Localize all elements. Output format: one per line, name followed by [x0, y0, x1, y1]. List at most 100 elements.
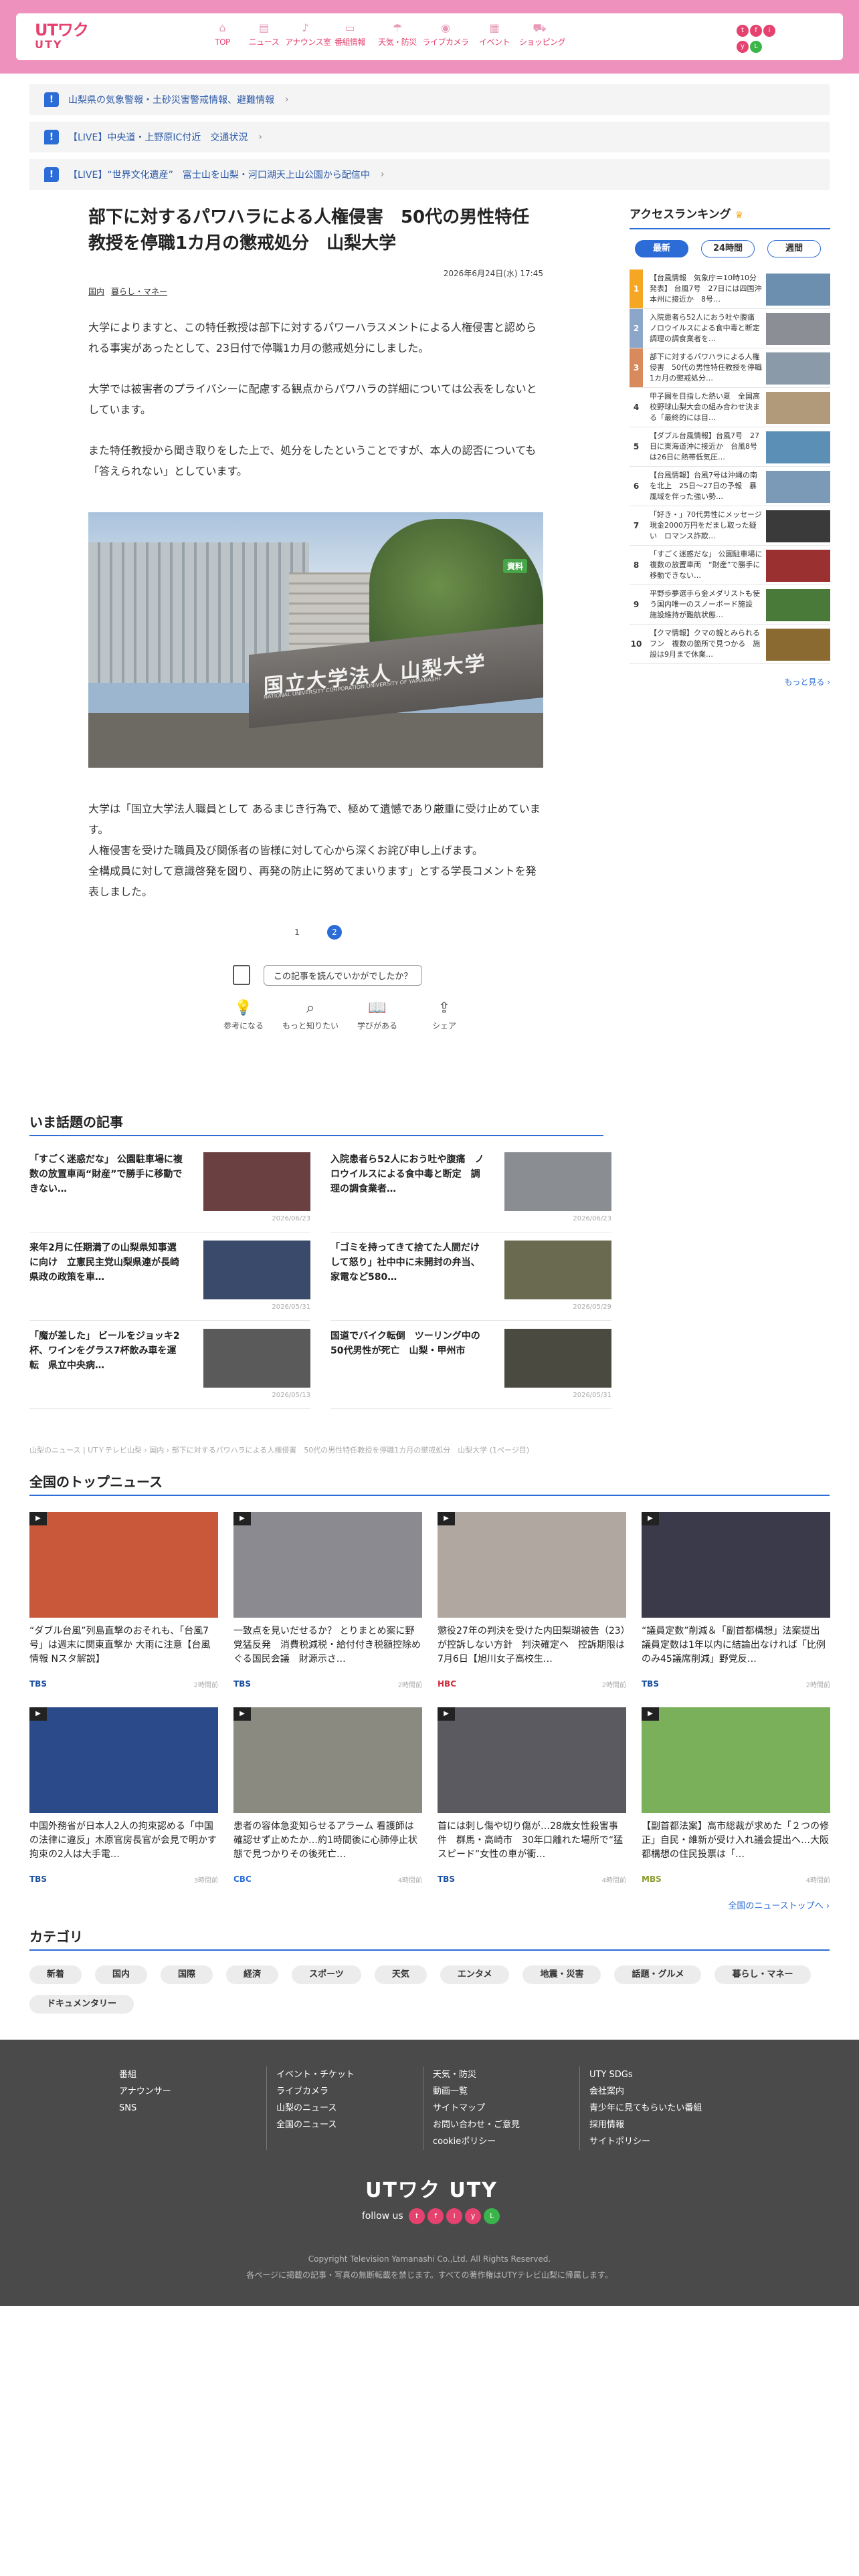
ranking-more-link[interactable]: もっと見る › — [630, 676, 830, 687]
tag-link[interactable]: 国内 — [88, 287, 104, 296]
category-chip[interactable]: 暮らし・マネー — [714, 1965, 811, 1984]
site-logo[interactable]: UTワク UTY — [35, 21, 89, 52]
youtube-icon[interactable]: y — [465, 2208, 482, 2224]
ranking-item[interactable]: 1 【台風情報 気象庁＝10時10分発表】 台風7号 27日には四国沖 本州に接近… — [630, 270, 830, 309]
category-chip[interactable]: ドキュメンタリー — [29, 1995, 134, 2014]
alert-item[interactable]: ! 【LIVE】“世界文化遺産” 富士山を山梨・河口湖天上山公園から配信中 › — [29, 159, 830, 190]
footer-follow: follow us tfiyL — [344, 2208, 518, 2224]
twitter-icon[interactable]: t — [737, 25, 749, 37]
tab-weekly[interactable]: 週間 — [767, 240, 821, 257]
category-chip[interactable]: 経済 — [226, 1965, 279, 1984]
nav-programs[interactable]: ▭ 番組情報 — [326, 20, 373, 53]
footer-link[interactable]: 天気・防災 — [433, 2066, 579, 2083]
facebook-icon[interactable]: f — [750, 25, 762, 37]
article-body-continued: 大学は「国立大学法人職員として あるまじき行為で、極めて遺憾であり厳重に受け止め… — [88, 798, 543, 902]
hot-article-item[interactable]: 「ゴミを持ってきて捨てた人間だけして怒り」社中中に未開封の弁当、家電など580…… — [330, 1241, 611, 1321]
footer-logo[interactable]: UTワク UTY — [355, 2173, 508, 2203]
footer-link[interactable]: お問い合わせ・ご意見 — [433, 2117, 579, 2133]
line-icon[interactable]: L — [750, 41, 762, 53]
rank-number: 2 — [630, 309, 643, 348]
nav-announcer[interactable]: ♪ アナウンス室 — [285, 20, 331, 53]
tab-24h[interactable]: 24時間 — [701, 240, 755, 257]
national-news-item[interactable]: ▶ 首には刺し傷や切り傷が…28歳女性殺害事件 群馬・高崎市 30年口離れた場所で… — [438, 1707, 626, 1885]
nav-news[interactable]: ▤ ニュース — [244, 20, 284, 53]
category-chip[interactable]: 地震・災害 — [522, 1965, 601, 1984]
footer-link[interactable]: サイトポリシー — [589, 2133, 736, 2150]
hot-article-item[interactable]: 来年2月に任期満了の山梨県知事選に向け 立憲民主党山梨県連が長崎県政の政策を車…… — [29, 1241, 310, 1321]
reaction-want-more-button[interactable]: ⌕ もっと知りたい — [277, 997, 344, 1031]
national-news-item[interactable]: ▶ “ダブル台風”列島直撃のおそれも、「台風7号」は週末に関東直撃か 大雨に注意【… — [29, 1512, 218, 1689]
footer-link[interactable]: 採用情報 — [589, 2117, 736, 2133]
category-chip[interactable]: スポーツ — [292, 1965, 361, 1984]
national-news-item[interactable]: ▶ 懲役27年の判決を受けた内田梨瑚被告（23）が控訴しない方針 判決確定へ 控訴… — [438, 1512, 626, 1689]
footer-link[interactable]: 動画一覧 — [433, 2083, 579, 2100]
ranking-item[interactable]: 5 【ダブル台風情報】台風7号 27日に東海道沖に接近か 台風8号は26日に熱帯低… — [630, 427, 830, 467]
ranking-item[interactable]: 10 【クマ情報】クマの親とみられるフン 複数の箇所で見つかる 施設は9月まで休業… — [630, 625, 830, 664]
instagram-icon[interactable]: i — [763, 25, 775, 37]
line-icon[interactable]: L — [484, 2208, 500, 2224]
category-chip[interactable]: 国際 — [161, 1965, 213, 1984]
ranking-item[interactable]: 9 平野歩夢選手ら金メダリストも使う国内唯一のスノーボード施設 施設維持が難航状態… — [630, 585, 830, 625]
reaction-helpful-button[interactable]: 💡 参考になる — [210, 997, 277, 1031]
footer-link[interactable]: SNS — [119, 2100, 266, 2117]
page-link-current[interactable]: 2 — [327, 925, 342, 940]
nav-weather[interactable]: ☂ 天気・防災 — [374, 20, 421, 53]
tab-latest[interactable]: 最新 — [635, 240, 688, 257]
footer-link[interactable]: アナウンサー — [119, 2083, 266, 2100]
nav-livecam[interactable]: ◉ ライブカメラ — [421, 20, 470, 53]
footer-link[interactable]: 青少年に見てもらいたい番組 — [589, 2100, 736, 2117]
facebook-icon[interactable]: f — [427, 2208, 444, 2224]
breadcrumb[interactable]: 山梨のニュース | UTＹテレビ山梨 › 国内 › 部下に対するパワハラによる人… — [29, 1444, 830, 1455]
ranking-item[interactable]: 4 甲子園を目指した熱い夏 全国高校野球山梨大会の組み合わせ決まる「最終的には目… — [630, 388, 830, 427]
national-more-link[interactable]: 全国のニューストップへ › — [29, 1899, 830, 1911]
hot-article-item[interactable]: 国道でバイク転倒 ツーリング中の50代男性が死亡 山梨・甲州市 2026/05/3… — [330, 1329, 611, 1409]
alert-item[interactable]: ! 山梨県の気象警報・土砂災害警戒情報、避難情報 › — [29, 84, 830, 115]
hot-article-item[interactable]: 「すごく迷惑だな」 公園駐車場に複数の放置車両“財産”で勝手に移動できない… 20… — [29, 1152, 310, 1232]
ranking-item[interactable]: 7 「好き・」70代男性にメッセージ 現金2000万円をだまし取った疑い ロマンス… — [630, 506, 830, 546]
footer-link[interactable]: UTY SDGs — [589, 2066, 736, 2083]
ranking-item[interactable]: 6 【台風情報】台風7号は沖縄の南を北上 25日〜27日の予報 暴風域を伴った強い… — [630, 467, 830, 506]
category-chip[interactable]: 天気 — [374, 1965, 427, 1984]
youtube-icon[interactable]: y — [737, 41, 749, 53]
hot-article-item[interactable]: 入院患者ら52人におう吐や腹痛 ノロウイルスによる食中毒と断定 調理の調食業者…… — [330, 1152, 611, 1232]
reaction-learned-button[interactable]: 📖 学びがある — [344, 997, 411, 1031]
category-chip[interactable]: エンタメ — [440, 1965, 510, 1984]
twitter-icon[interactable]: t — [409, 2208, 425, 2224]
news-source: MBS — [642, 1874, 662, 1884]
footer-link[interactable]: イベント・チケット — [276, 2066, 423, 2083]
footer-link[interactable]: ライブカメラ — [276, 2083, 423, 2100]
national-news-item[interactable]: ▶ 【副首都法案】高市総裁が求めた「２つの修正」自民・維新が受け入れ議会提出へ…大… — [642, 1707, 830, 1885]
footer-link[interactable]: 全国のニュース — [276, 2117, 423, 2133]
book-icon: 📖 — [368, 1000, 387, 1016]
footer-link[interactable]: 山梨のニュース — [276, 2100, 423, 2117]
national-news-title: 患者の容体急変知らせるアラーム 看護師は確認せず止めたか…約1時間後に心肺停止状… — [233, 1821, 417, 1860]
play-icon: ▶ — [233, 1512, 251, 1525]
photo-badge: 資料 — [502, 559, 527, 573]
footer-link[interactable]: cookieポリシー — [433, 2133, 579, 2150]
tag-link[interactable]: 暮らし・マネー — [111, 287, 167, 296]
category-chip[interactable]: 話題・グルメ — [614, 1965, 702, 1984]
hot-article-item[interactable]: 「魔が差した」 ビールをジョッキ2杯、ワインをグラス7杯飲み車を運転 県立中央病… — [29, 1329, 310, 1409]
ranking-item[interactable]: 3 部下に対するパワハラによる人権侵害 50代の男性特任教授を停職1カ月の懲戒処分… — [630, 348, 830, 388]
share-button[interactable]: ⇪ シェア — [411, 997, 478, 1031]
ranking-item[interactable]: 2 入院患者ら52人におう吐や腹痛 ノロウイルスによる食中毒と断定 調理の調食業者… — [630, 309, 830, 348]
ranking-item[interactable]: 8 「すごく迷惑だな」 公園駐車場に複数の放置車両 “財産”で勝手に移動できない… — [630, 546, 830, 585]
national-news-item[interactable]: ▶ 中国外務省が日本人2人の拘束認める「中国の法律に違反」木原官房長官が会見で明か… — [29, 1707, 218, 1885]
rank-number: 3 — [630, 348, 643, 387]
hot-article-title: 国道でバイク転倒 ツーリング中の50代男性が死亡 山梨・甲州市 — [330, 1331, 480, 1356]
footer-link[interactable]: 会社案内 — [589, 2083, 736, 2100]
category-chip[interactable]: 新着 — [29, 1965, 82, 1984]
nav-top[interactable]: ⌂ TOP — [202, 20, 243, 53]
national-news-item[interactable]: ▶ 一致点を見いだせるか？ とりまとめ案に野党猛反発 消費税減税・給付付き税額控除… — [233, 1512, 422, 1689]
national-news-item[interactable]: ▶ “議員定数”削減＆「副首都構想」法案提出 議員定数は1年以内に結論出なければ「… — [642, 1512, 830, 1689]
footer-link[interactable]: サイトマップ — [433, 2100, 579, 2117]
logo-subtext: UTY — [35, 38, 63, 51]
category-chip[interactable]: 国内 — [95, 1965, 148, 1984]
alert-item[interactable]: ! 【LIVE】中央道・上野原IC付近 交通状況 › — [29, 122, 830, 152]
national-news-item[interactable]: ▶ 患者の容体急変知らせるアラーム 看護師は確認せず止めたか…約1時間後に心肺停止… — [233, 1707, 422, 1885]
instagram-icon[interactable]: i — [446, 2208, 463, 2224]
nav-shopping[interactable]: ⛟ ショッピング — [519, 20, 566, 53]
footer-link[interactable]: 番組 — [119, 2066, 266, 2083]
nav-event[interactable]: ▦ イベント — [470, 20, 518, 53]
page-link[interactable]: 1 — [290, 925, 304, 940]
